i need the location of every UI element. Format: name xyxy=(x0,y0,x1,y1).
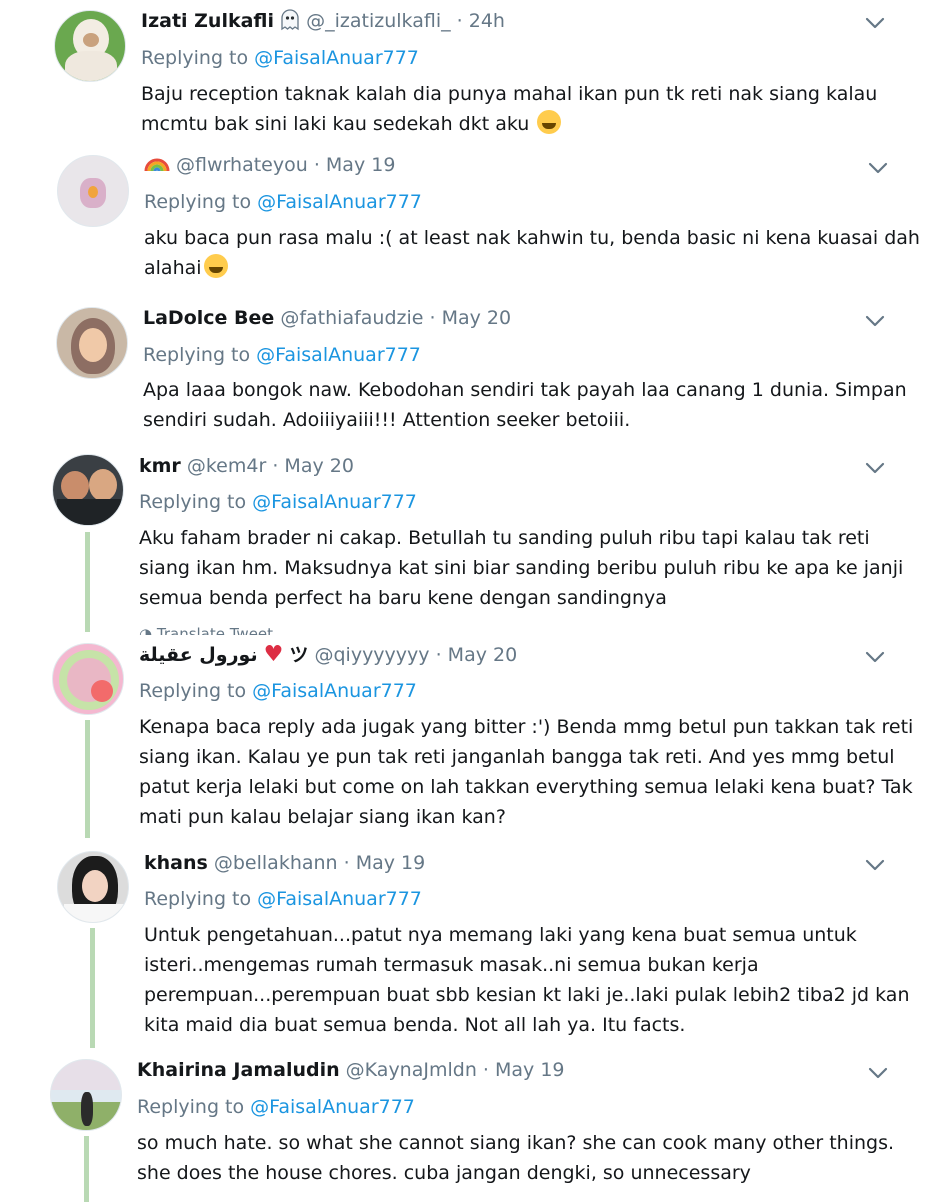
display-name[interactable]: نورول عقيلة xyxy=(139,644,258,666)
replying-to: Replying to @FaisalAnuar777 xyxy=(144,191,422,213)
reply-header: kmr @kem4r · May 20 xyxy=(139,451,354,481)
display-name[interactable]: khans xyxy=(144,852,208,874)
chevron-down-icon[interactable] xyxy=(862,852,888,878)
tweet-text: Apa laaa bongok naw. Kebodohan sendiri t… xyxy=(143,379,907,431)
replying-handle-link[interactable]: @FaisalAnuar777 xyxy=(252,491,417,513)
reply-header: @flwrhateyou · May 19 xyxy=(144,150,395,180)
avatar[interactable] xyxy=(56,307,128,379)
chevron-down-icon[interactable] xyxy=(862,455,888,481)
avatar[interactable] xyxy=(52,643,124,715)
user-handle[interactable]: @qiyyyyyyy xyxy=(314,644,429,666)
avatar[interactable] xyxy=(57,155,129,227)
tweet-text: aku baca pun rasa malu :( at least nak k… xyxy=(144,227,920,279)
user-handle[interactable]: @kem4r xyxy=(187,455,266,477)
timestamp[interactable]: · May 19 xyxy=(314,154,396,176)
display-name[interactable]: LaDolce Bee xyxy=(143,307,274,329)
tweet-text: Baju reception taknak kalah dia punya ma… xyxy=(141,83,878,135)
tears-of-joy-emoji xyxy=(537,110,562,134)
chevron-down-icon[interactable] xyxy=(865,1060,891,1086)
globe-icon: ◔ xyxy=(139,625,153,635)
replying-handle-link[interactable]: @FaisalAnuar777 xyxy=(256,344,421,366)
replying-handle-link[interactable]: @FaisalAnuar777 xyxy=(257,191,422,213)
replying-to: Replying to @FaisalAnuar777 xyxy=(143,344,421,366)
timestamp[interactable]: · May 19 xyxy=(483,1059,565,1081)
thread-line xyxy=(85,720,90,838)
tweet-text: so much hate. so what she cannot siang i… xyxy=(137,1132,895,1184)
reply-header: LaDolce Bee @fathiafaudzie · May 20 xyxy=(143,303,511,333)
replying-handle-link[interactable]: @FaisalAnuar777 xyxy=(254,47,419,69)
thread-line xyxy=(84,1136,89,1202)
display-name[interactable]: Khairina Jamaludin xyxy=(137,1059,340,1081)
chevron-down-icon[interactable] xyxy=(862,308,888,334)
chevron-down-icon[interactable] xyxy=(865,155,891,181)
user-handle[interactable]: @fathiafaudzie xyxy=(280,307,423,329)
user-handle[interactable]: @bellakhann xyxy=(214,852,338,874)
replying-to: Replying to @FaisalAnuar777 xyxy=(144,888,422,910)
reply-header: Izati Zulkafli @_izatizulkafli_ · 24h xyxy=(141,6,505,36)
ghost-emoji xyxy=(280,6,300,36)
timestamp[interactable]: · May 19 xyxy=(344,852,426,874)
rainbow-emoji xyxy=(144,150,170,180)
replying-to: Replying to @FaisalAnuar777 xyxy=(137,1096,415,1118)
reply-header: khans @bellakhann · May 19 xyxy=(144,848,425,878)
thread-line xyxy=(85,532,90,632)
avatar[interactable] xyxy=(57,851,129,923)
user-handle[interactable]: @_izatizulkafli_ xyxy=(306,10,450,32)
avatar[interactable] xyxy=(54,10,126,82)
tweet-text: Aku faham brader ni cakap. Betullah tu s… xyxy=(139,527,904,609)
avatar[interactable] xyxy=(50,1059,122,1131)
timestamp[interactable]: · May 20 xyxy=(430,307,512,329)
thread-line xyxy=(90,928,95,1048)
display-name[interactable]: kmr xyxy=(139,455,181,477)
timestamp[interactable]: · May 20 xyxy=(436,644,518,666)
timestamp[interactable]: · May 20 xyxy=(272,455,354,477)
avatar[interactable] xyxy=(52,454,124,526)
replying-to: Replying to @FaisalAnuar777 xyxy=(141,47,419,69)
replying-handle-link[interactable]: @FaisalAnuar777 xyxy=(257,888,422,910)
display-name[interactable]: Izati Zulkafli xyxy=(141,10,274,32)
chevron-down-icon[interactable] xyxy=(862,10,888,36)
red-heart-emoji: ♥ xyxy=(263,642,284,667)
reply-header: نورول عقيلة ♥ ツ @qiyyyyyyy · May 20 xyxy=(139,640,517,670)
tweet-text: Untuk pengetahuan...patut nya memang lak… xyxy=(144,924,910,1036)
replying-to: Replying to @FaisalAnuar777 xyxy=(139,680,417,702)
sweat-smile-emoji xyxy=(203,254,228,278)
tweet-text: Kenapa baca reply ada jugak yang bitter … xyxy=(139,716,914,828)
replying-handle-link[interactable]: @FaisalAnuar777 xyxy=(250,1096,415,1118)
timestamp[interactable]: · 24h xyxy=(457,10,505,32)
user-handle[interactable]: @KaynaJmldn xyxy=(346,1059,477,1081)
display-name-suffix: ツ xyxy=(289,644,309,666)
chevron-down-icon[interactable] xyxy=(862,644,888,670)
replying-to: Replying to @FaisalAnuar777 xyxy=(139,491,417,513)
reply-header: Khairina Jamaludin @KaynaJmldn · May 19 xyxy=(137,1055,565,1085)
user-handle[interactable]: @flwrhateyou xyxy=(176,154,308,176)
translate-tweet-link[interactable]: ◔ Translate Tweet xyxy=(139,625,273,635)
replying-handle-link[interactable]: @FaisalAnuar777 xyxy=(252,680,417,702)
